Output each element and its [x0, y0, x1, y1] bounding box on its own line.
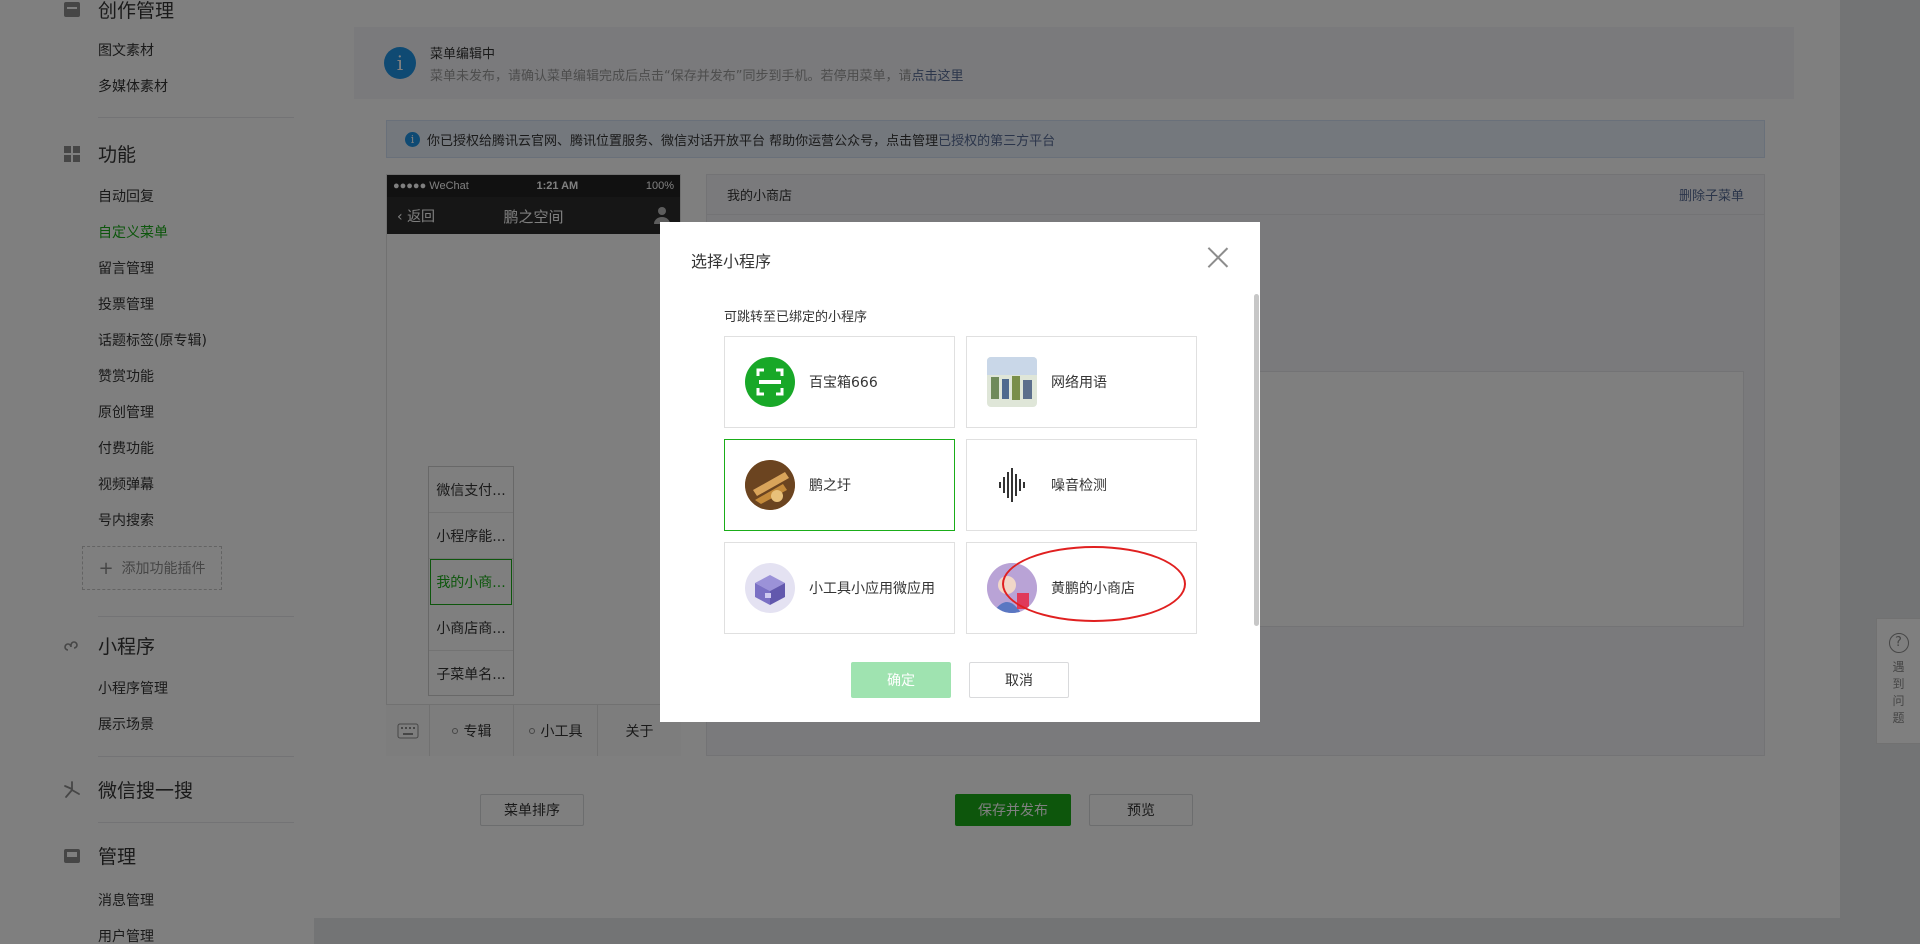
miniprogram-name: 噪音检测: [1051, 478, 1107, 494]
miniprogram-card[interactable]: 噪音检测: [966, 439, 1197, 531]
miniprogram-name: 网络用语: [1051, 375, 1107, 391]
miniprogram-name: 小工具小应用微应用: [809, 581, 935, 597]
scan-box-icon: [745, 357, 795, 407]
cancel-button[interactable]: 取消: [969, 662, 1069, 698]
toolbox-icon: [745, 563, 795, 613]
select-miniprogram-dialog: 选择小程序 可跳转至已绑定的小程序 百宝箱666 网络用语 鹏之圩 噪音检测 小…: [660, 222, 1260, 722]
miniprogram-card[interactable]: 网络用语: [966, 336, 1197, 428]
close-icon[interactable]: [1206, 245, 1230, 269]
dialog-subtitle: 可跳转至已绑定的小程序: [724, 310, 868, 325]
confirm-button[interactable]: 确定: [851, 662, 951, 698]
miniprogram-card[interactable]: 小工具小应用微应用: [724, 542, 955, 634]
miniprogram-name: 百宝箱666: [809, 375, 878, 391]
sound-wave-icon: [987, 460, 1037, 510]
dialog-title: 选择小程序: [691, 252, 772, 271]
food-photo-icon: [745, 460, 795, 510]
miniprogram-card[interactable]: 百宝箱666: [724, 336, 955, 428]
annotation-ellipse: [1002, 546, 1186, 622]
dialog-scrollbar[interactable]: [1254, 294, 1259, 626]
miniprogram-card-selected[interactable]: 鹏之圩: [724, 439, 955, 531]
meme-photo-icon: [987, 357, 1037, 407]
miniprogram-name: 鹏之圩: [809, 478, 851, 494]
